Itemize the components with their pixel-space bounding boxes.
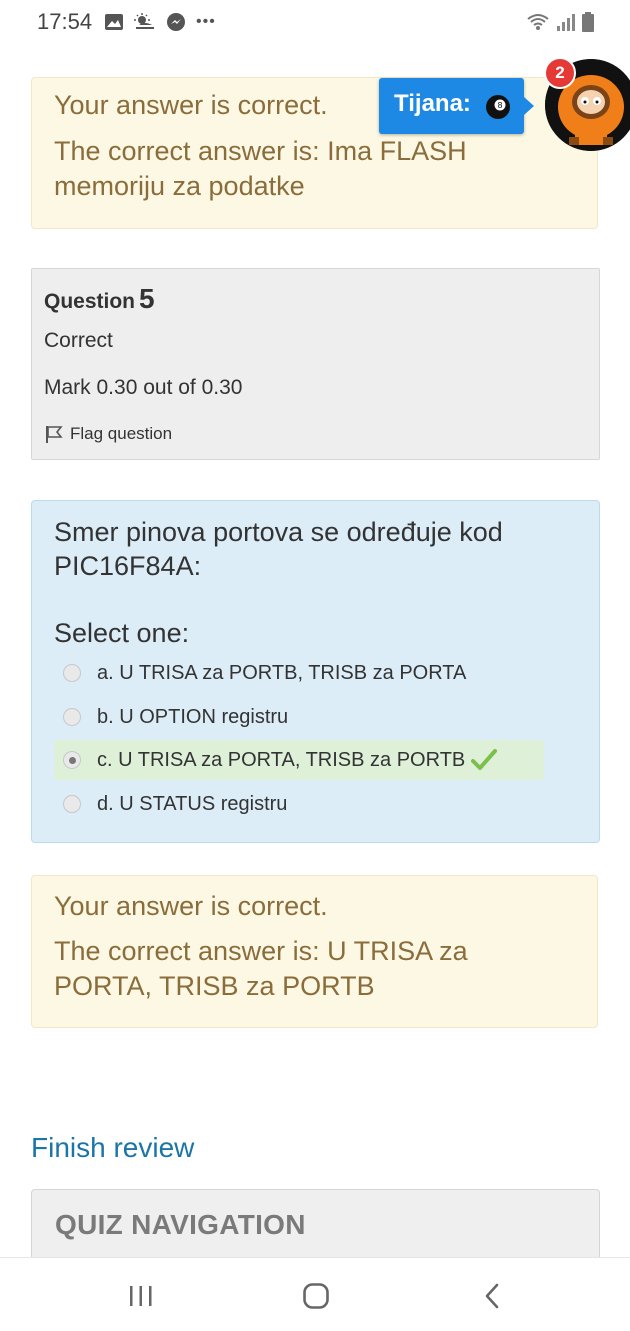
- messenger-icon: [167, 13, 185, 31]
- question-text-line2: PIC16F84A:: [54, 551, 202, 581]
- chat-bubble[interactable]: Tijana: 8: [379, 78, 524, 134]
- question-info: Question 5 Correct Mark 0.30 out of 0.30 …: [31, 268, 600, 460]
- system-navigation-bar: [0, 1257, 630, 1331]
- back-icon[interactable]: [482, 1282, 502, 1310]
- answer-label: a. U TRISA za PORTB, TRISB za PORTA: [97, 661, 467, 684]
- flag-question-label: Flag question: [70, 424, 173, 443]
- signal-icon: [557, 14, 575, 31]
- question-grade: Mark 0.30 out of 0.30: [44, 376, 243, 399]
- answer-option-d[interactable]: d. U STATUS registru: [54, 784, 544, 824]
- radio-button[interactable]: [63, 795, 81, 813]
- question-number: Question 5: [44, 283, 155, 315]
- right-answer-text-cont: PORTA, TRISB za PORTB: [54, 971, 375, 1001]
- radio-button[interactable]: [63, 708, 81, 726]
- question-content: Smer pinova portova se određuje kod PIC1…: [31, 500, 600, 843]
- radio-button[interactable]: [63, 664, 81, 682]
- finish-review-link[interactable]: Finish review: [31, 1132, 194, 1164]
- gallery-icon: [105, 14, 123, 30]
- question-label: Question: [44, 290, 136, 313]
- radio-button-selected[interactable]: [63, 751, 81, 769]
- question-number-value: 5: [139, 283, 155, 314]
- chat-sender-name: Tijana:: [394, 90, 471, 117]
- wifi-icon: [527, 14, 549, 30]
- answer-label: c. U TRISA za PORTA, TRISB za PORTB: [97, 748, 466, 771]
- weather-icon: [134, 13, 154, 29]
- flag-icon: [46, 426, 63, 443]
- chat-bubble-pointer: [524, 97, 534, 115]
- right-answer-text-cont: memoriju za podatke: [54, 171, 305, 201]
- svg-text:8: 8: [497, 101, 502, 110]
- answer-option-c[interactable]: c. U TRISA za PORTA, TRISB za PORTB: [54, 740, 544, 780]
- question-text: Smer pinova portova se određuje kod PIC1…: [54, 515, 574, 583]
- select-one-prompt: Select one:: [54, 618, 190, 648]
- recent-apps-icon[interactable]: [127, 1284, 155, 1308]
- status-bar: 17:54 •••: [0, 0, 630, 50]
- question-state: Correct: [44, 329, 113, 352]
- answer-option-a[interactable]: a. U TRISA za PORTB, TRISB za PORTA: [54, 653, 544, 693]
- question-text-line1: Smer pinova portova se određuje kod: [54, 517, 503, 547]
- more-notifications: •••: [196, 13, 216, 30]
- chat-unread-badge: 2: [544, 57, 576, 89]
- eight-ball-icon: 8: [486, 95, 510, 119]
- quiz-navigation-title: QUIZ NAVIGATION: [55, 1209, 306, 1240]
- right-answer-text: The correct answer is: Ima FLASH: [54, 136, 467, 166]
- status-notification-icons: •••: [104, 12, 216, 32]
- answer-label: d. U STATUS registru: [97, 792, 288, 815]
- home-icon[interactable]: [302, 1282, 330, 1310]
- answer-option-b[interactable]: b. U OPTION registru: [54, 697, 544, 737]
- feedback-current: Your answer is correct. The correct answ…: [31, 875, 598, 1028]
- answer-label: b. U OPTION registru: [97, 705, 289, 728]
- check-icon: [471, 749, 498, 770]
- status-system-icons: [526, 12, 594, 32]
- feedback-text: Your answer is correct.: [54, 891, 328, 921]
- right-answer-text: The correct answer is: U TRISA za: [54, 936, 468, 966]
- flag-question-link[interactable]: Flag question: [44, 424, 172, 444]
- status-time: 17:54: [37, 9, 93, 34]
- battery-icon: [582, 12, 594, 32]
